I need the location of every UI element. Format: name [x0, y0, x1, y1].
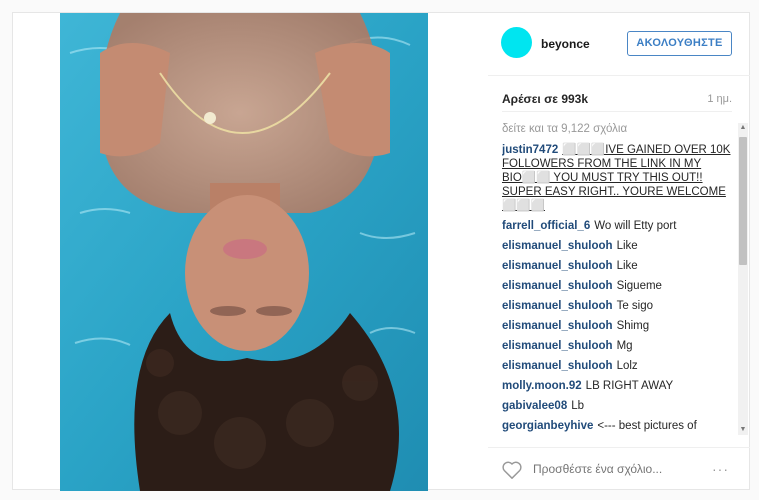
view-all-comments-link[interactable]: δείτε και τα 9,122 σχόλια: [502, 123, 736, 138]
comment-item: elismanuel_shulooh Te sigo: [502, 299, 736, 313]
post-username[interactable]: beyonce: [541, 37, 590, 51]
comment-item: elismanuel_shulooh Mg: [502, 339, 736, 353]
comment-text: Mg: [616, 340, 633, 352]
comment-text: Shimg: [616, 320, 650, 332]
comment-username[interactable]: molly.moon.92: [502, 380, 582, 392]
likes-count[interactable]: Αρέσει σε 993k: [502, 92, 588, 106]
post-footer: ···: [488, 447, 750, 491]
likes-row: Αρέσει σε 993k 1 ημ.: [502, 92, 732, 112]
post-photo[interactable]: [60, 13, 428, 491]
comment-item: farrell_official_6 Wo will Etty port: [502, 219, 736, 233]
comment-text: Wo will Etty port: [594, 220, 677, 232]
comment-item: elismanuel_shulooh Shimg: [502, 319, 736, 333]
comment-username[interactable]: georgianbeyhive: [502, 420, 593, 432]
post-sidebar: beyonce ΑΚΟΛΟΥΘΗΣΤΕ Αρέσει σε 993k 1 ημ.…: [488, 13, 750, 491]
comment-text: Like: [616, 260, 638, 272]
comment-item: gabivalee08 Lb: [502, 399, 736, 413]
comment-item: molly.moon.92 LB RIGHT AWAY: [502, 379, 736, 393]
comment-item: elismanuel_shulooh Like: [502, 259, 736, 273]
comment-username[interactable]: elismanuel_shulooh: [502, 320, 613, 332]
comment-item: elismanuel_shulooh Lolz: [502, 359, 736, 373]
comment-username[interactable]: farrell_official_6: [502, 220, 590, 232]
comment-username[interactable]: gabivalee08: [502, 400, 567, 412]
pool-portrait-image: [60, 13, 428, 491]
comment-username[interactable]: elismanuel_shulooh: [502, 340, 613, 352]
comment-item: elismanuel_shulooh Sigueme: [502, 279, 736, 293]
comment-text: Like: [616, 240, 638, 252]
comment-input[interactable]: [533, 462, 673, 476]
comment-username[interactable]: elismanuel_shulooh: [502, 360, 613, 372]
scroll-thumb[interactable]: [739, 137, 747, 265]
post-time[interactable]: 1 ημ.: [707, 93, 732, 105]
comment-item: georgianbeyhive <--- best pictures of: [502, 419, 736, 433]
more-options-icon[interactable]: ···: [712, 462, 729, 476]
post-header: beyonce ΑΚΟΛΟΥΘΗΣΤΕ: [488, 13, 750, 76]
heart-icon[interactable]: [501, 460, 523, 480]
comments-scrollbar[interactable]: ▲ ▼: [738, 123, 748, 435]
comment-text: Lolz: [616, 360, 638, 372]
comment-text: Sigueme: [616, 280, 662, 292]
comment-username[interactable]: elismanuel_shulooh: [502, 280, 613, 292]
comment-text: Lb: [571, 400, 585, 412]
comment-item: elismanuel_shulooh Like: [502, 239, 736, 253]
comment-username[interactable]: justin7472: [502, 144, 558, 156]
scroll-up-arrow-icon[interactable]: ▲: [738, 123, 748, 133]
comment-username[interactable]: elismanuel_shulooh: [502, 240, 613, 252]
avatar[interactable]: [501, 27, 532, 58]
comments-list[interactable]: δείτε και τα 9,122 σχόλια justin7472 ⬜⬜⬜I…: [502, 123, 736, 435]
comment-text: Te sigo: [616, 300, 653, 312]
comment-username[interactable]: elismanuel_shulooh: [502, 260, 613, 272]
comment-text: LB RIGHT AWAY: [585, 380, 674, 392]
comment-item: justin7472 ⬜⬜⬜IVE GAINED OVER 10K FOLLOWE…: [502, 143, 736, 213]
comment-username[interactable]: elismanuel_shulooh: [502, 300, 613, 312]
comment-text: <--- best pictures of: [597, 420, 697, 432]
follow-button[interactable]: ΑΚΟΛΟΥΘΗΣΤΕ: [627, 31, 732, 56]
scroll-down-arrow-icon[interactable]: ▼: [738, 425, 748, 435]
